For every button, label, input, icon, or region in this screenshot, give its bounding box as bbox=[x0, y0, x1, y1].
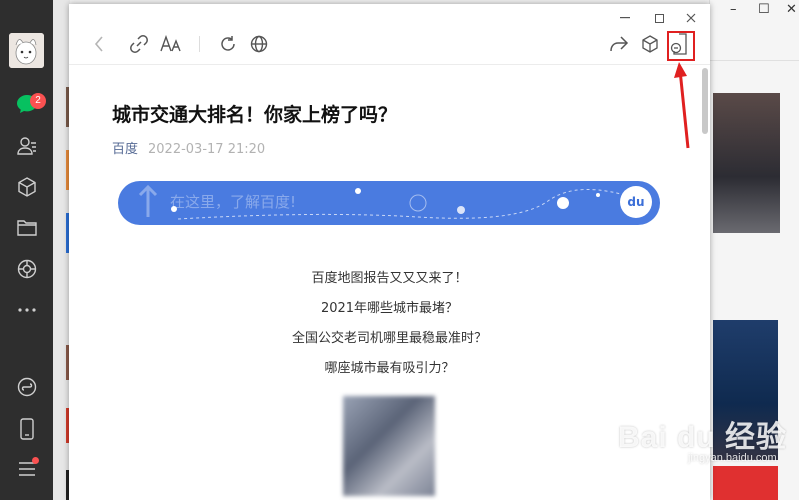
avatar[interactable] bbox=[9, 33, 44, 68]
annotation-highlight-box bbox=[667, 31, 695, 61]
link-icon[interactable] bbox=[127, 32, 151, 56]
article-window: 城市交通大排名！你家上榜了吗？ 百度 2022-03-17 21:20 在这里，了… bbox=[69, 4, 710, 500]
article-thumbnail[interactable] bbox=[713, 466, 778, 500]
sidebar: 2 bbox=[0, 0, 53, 500]
refresh-icon[interactable] bbox=[216, 32, 240, 56]
notification-dot bbox=[32, 457, 39, 464]
minimize-icon[interactable] bbox=[615, 8, 635, 28]
phone-icon[interactable] bbox=[14, 416, 40, 442]
watermark: Bai du 经验 jingyan.baidu.com bbox=[618, 412, 787, 464]
watermark-brand: Bai du 经验 bbox=[618, 421, 788, 454]
article-thumbnail[interactable] bbox=[713, 93, 780, 233]
baidu-logo-icon: du bbox=[620, 186, 652, 218]
close-icon[interactable]: ✕ bbox=[786, 2, 797, 17]
banner-text: 在这里，了解百度! bbox=[170, 193, 297, 211]
logo-text: du bbox=[627, 195, 645, 209]
close-icon[interactable] bbox=[681, 8, 701, 28]
minimize-icon[interactable]: – bbox=[730, 2, 737, 17]
contacts-icon[interactable] bbox=[14, 133, 40, 159]
globe-icon[interactable] bbox=[247, 32, 271, 56]
folder-icon[interactable] bbox=[14, 215, 40, 241]
toolbar-divider bbox=[199, 36, 200, 52]
share-icon[interactable] bbox=[607, 32, 631, 56]
article-image[interactable] bbox=[343, 396, 435, 496]
intro-line-2: 2021年哪些城市最堵？ bbox=[320, 301, 459, 316]
cube-icon[interactable] bbox=[14, 174, 40, 200]
toolbar bbox=[69, 4, 710, 65]
maximize-icon[interactable]: ☐ bbox=[758, 2, 770, 17]
author-link[interactable]: 百度 bbox=[112, 142, 138, 157]
mini-program-icon[interactable] bbox=[14, 374, 40, 400]
scrollbar[interactable] bbox=[702, 68, 708, 134]
baidu-banner[interactable]: 在这里，了解百度! du bbox=[118, 181, 660, 225]
intro-line-4: 哪座城市最有吸引力？ bbox=[324, 361, 455, 376]
publish-date: 2022-03-17 21:20 bbox=[148, 142, 266, 157]
intro-line-3: 全国公交老司机哪里最稳最准时？ bbox=[291, 331, 487, 346]
article-meta: 百度 2022-03-17 21:20 bbox=[112, 138, 265, 157]
article-title: 城市交通大排名！你家上榜了吗？ bbox=[112, 104, 398, 126]
moments-icon[interactable] bbox=[14, 256, 40, 282]
annotation-arrow-icon bbox=[674, 62, 690, 149]
divider bbox=[710, 60, 799, 61]
cube-icon[interactable] bbox=[638, 32, 662, 56]
watermark-url: jingyan.baidu.com bbox=[688, 452, 777, 464]
more-icon[interactable] bbox=[14, 297, 40, 323]
font-size-icon[interactable] bbox=[159, 32, 183, 56]
back-icon[interactable] bbox=[87, 32, 111, 56]
intro-line-1: 百度地图报告又又又来了！ bbox=[311, 271, 468, 286]
chat-list-edge bbox=[53, 0, 70, 500]
unread-badge: 2 bbox=[30, 93, 46, 109]
maximize-icon[interactable] bbox=[649, 8, 669, 28]
